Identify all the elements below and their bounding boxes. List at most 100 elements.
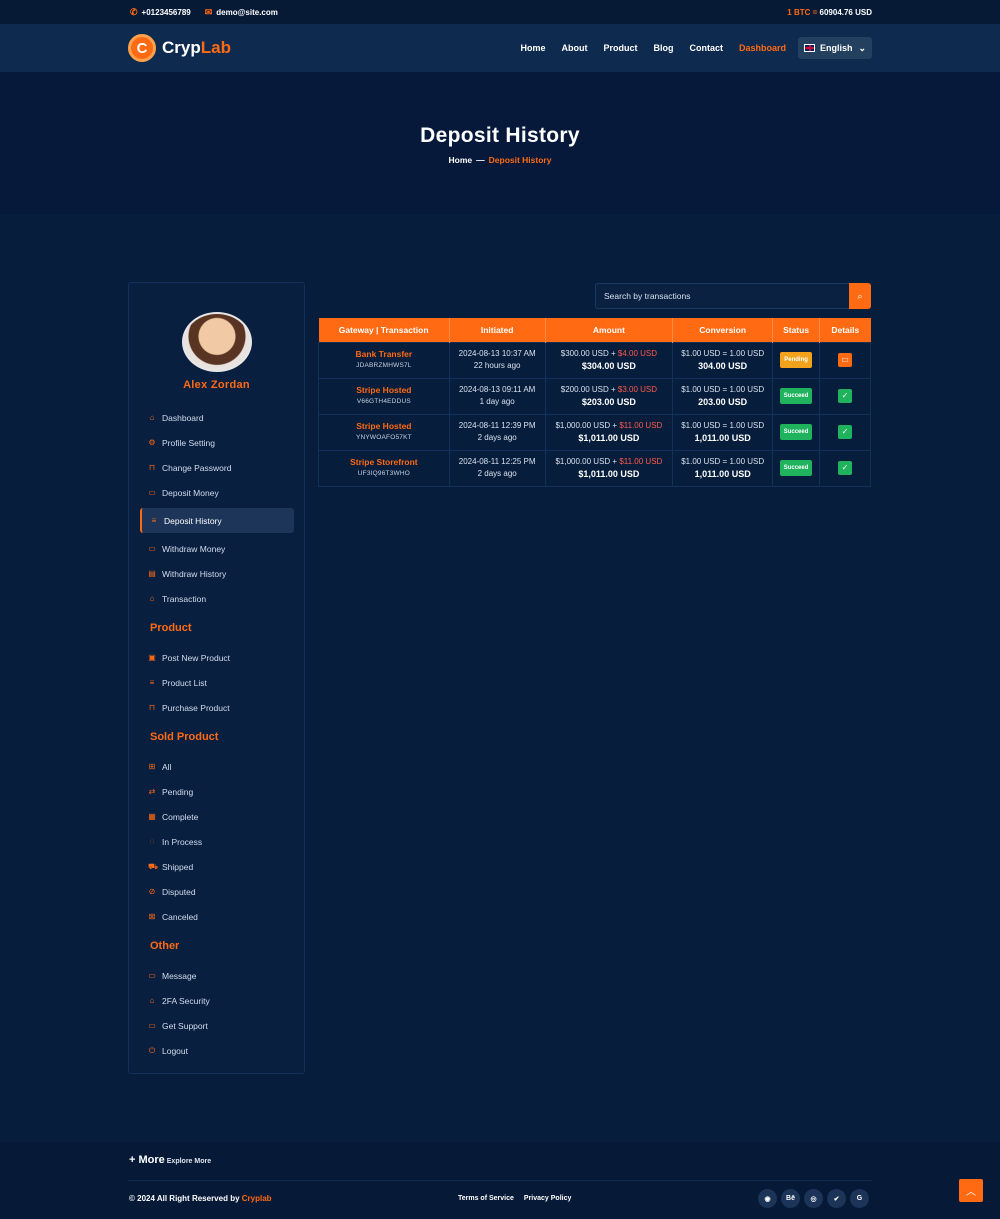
nav-home[interactable]: Home xyxy=(520,43,545,53)
behance-icon[interactable]: Bē xyxy=(781,1189,800,1208)
sidebar-item-get-support[interactable]: ▭ Get Support xyxy=(140,1013,294,1038)
language-select[interactable]: English ⌄ xyxy=(798,37,872,59)
conversion-cell: $1.00 USD = 1.00 USD 1,011.00 USD xyxy=(672,413,774,451)
explore-more[interactable]: + More Explore More xyxy=(129,1154,211,1166)
details-button[interactable]: ✓ xyxy=(838,425,853,439)
phone-contact[interactable]: ✆ +0123456789 xyxy=(130,7,191,18)
check-icon: ✓ xyxy=(841,391,849,400)
btc-rate-value: 60904.76 USD xyxy=(819,7,872,17)
sidebar-item-label: Canceled xyxy=(162,911,198,922)
amount-total: $1,011.00 USD xyxy=(578,469,640,479)
sidebar-item-label: Shipped xyxy=(162,861,194,872)
email-contact[interactable]: ✉ demo@site.com xyxy=(205,7,278,18)
search-input[interactable] xyxy=(595,283,849,309)
nav-product[interactable]: Product xyxy=(603,43,637,53)
column-header-conversion: Conversion xyxy=(672,318,774,342)
search-button[interactable]: ⌕ xyxy=(849,283,871,309)
dribbble-icon[interactable]: ◉ xyxy=(758,1189,777,1208)
privacy-link[interactable]: Privacy Policy xyxy=(524,1195,571,1202)
sidebar-item-change-password[interactable]: ⊓ Change Password xyxy=(140,455,294,480)
sidebar-nav: ⌂ Dashboard ⚙ Profile Setting ⊓ Change Pass… xyxy=(140,405,294,1063)
sidebar-item-message[interactable]: ▭ Message xyxy=(140,963,294,988)
nav-blog[interactable]: Blog xyxy=(653,43,673,53)
site-logo[interactable]: C CrypLab xyxy=(128,34,231,62)
sidebar-item-label: Purchase Product xyxy=(162,702,230,713)
deposit-history-table: Gateway | Transaction Initiated Amount C… xyxy=(318,318,871,487)
page-title: Deposit History xyxy=(420,124,580,147)
sidebar-item-product-list[interactable]: ≡ Product List xyxy=(140,670,294,695)
sidebar-item-pending[interactable]: ⇄ Pending xyxy=(140,779,294,804)
sidebar-item-deposit-history[interactable]: ≡ Deposit History xyxy=(140,508,294,533)
sidebar-item-purchase-product[interactable]: ⊓ Purchase Product xyxy=(140,695,294,720)
swap-icon: ⇄ xyxy=(148,787,156,796)
sidebar-item-label: Get Support xyxy=(162,1020,208,1031)
details-cell: ▭ xyxy=(819,341,871,379)
breadcrumb-home[interactable]: Home xyxy=(449,155,473,165)
sidebar-item-post-new-product[interactable]: ▣ Post New Product xyxy=(140,645,294,670)
table-header-row: Gateway | Transaction Initiated Amount C… xyxy=(318,318,871,342)
sidebar-section-sold-product: Sold Product xyxy=(150,731,219,743)
sidebar-item-logout[interactable]: ⏻ Logout xyxy=(140,1038,294,1063)
sidebar-item-label: Profile Setting xyxy=(162,437,215,448)
conversion-rate: $1.00 USD = 1.00 USD xyxy=(681,349,765,358)
copyright-brand-link[interactable]: Cryplab xyxy=(242,1194,272,1203)
sidebar-item-2fa-security[interactable]: ⌂ 2FA Security xyxy=(140,988,294,1013)
sidebar-item-deposit-money[interactable]: ▭ Deposit Money xyxy=(140,480,294,505)
sidebar-item-dashboard[interactable]: ⌂ Dashboard xyxy=(140,405,294,430)
sidebar-item-disputed[interactable]: ⊘ Disputed xyxy=(140,879,294,904)
sidebar-item-label: Withdraw Money xyxy=(162,543,226,554)
scroll-to-top-button[interactable]: ︿ xyxy=(959,1179,983,1202)
conversion-rate: $1.00 USD = 1.00 USD xyxy=(681,385,765,394)
avatar xyxy=(182,312,252,372)
nav-dashboard[interactable]: Dashboard xyxy=(739,43,786,53)
google-icon[interactable]: G xyxy=(850,1189,869,1208)
details-button[interactable]: ✓ xyxy=(838,389,853,403)
email-address: demo@site.com xyxy=(216,7,278,17)
amount-total: $1,011.00 USD xyxy=(578,433,640,443)
details-button[interactable]: ✓ xyxy=(838,461,853,475)
sidebar-item-all[interactable]: ⊞ All xyxy=(140,754,294,779)
details-button[interactable]: ▭ xyxy=(838,353,853,367)
sidebar-item-canceled[interactable]: ⊠ Canceled xyxy=(140,904,294,929)
initiated-date: 2024-08-11 12:25 PM xyxy=(458,457,536,466)
initiated-ago: 2 days ago xyxy=(477,469,517,478)
status-badge: Succeed xyxy=(779,460,813,476)
sidebar-item-shipped[interactable]: ⛟ Shipped xyxy=(140,854,294,879)
uk-flag-icon xyxy=(804,44,815,52)
sidebar-item-profile-setting[interactable]: ⚙ Profile Setting xyxy=(140,430,294,455)
list-icon: ≡ xyxy=(151,516,157,525)
explore-more-label: Explore More xyxy=(166,1158,212,1165)
twitter-icon[interactable]: ✔ xyxy=(827,1189,846,1208)
monitor-icon: ▭ xyxy=(841,355,849,364)
sidebar-item-label: Logout xyxy=(162,1045,188,1056)
nav-about[interactable]: About xyxy=(561,43,587,53)
wallet-icon: ▭ xyxy=(148,488,156,497)
sidebar-item-transaction[interactable]: ⌂ Transaction xyxy=(140,586,294,611)
box-icon: ▣ xyxy=(148,653,156,662)
mail-icon: ✉ xyxy=(204,6,213,17)
sidebar-item-withdraw-history[interactable]: ▤ Withdraw History xyxy=(140,561,294,586)
gateway-cell: Bank Transfer JDABRZMHWS7L xyxy=(318,341,450,379)
transaction-id: UF3IQ96T3WHO xyxy=(357,470,410,477)
list-icon: ≡ xyxy=(149,678,155,687)
status-badge: Succeed xyxy=(779,388,813,404)
sidebar-item-in-process[interactable]: ◌ In Process xyxy=(140,829,294,854)
terms-link[interactable]: Terms of Service xyxy=(458,1195,514,1202)
amount-cell: $1,000.00 USD + $11.00 USD $1,011.00 USD xyxy=(544,413,674,451)
card-icon: ▭ xyxy=(148,544,156,553)
logo-coin-icon: C xyxy=(128,34,156,62)
top-bar: ✆ +0123456789 ✉ demo@site.com 1 BTC = 60… xyxy=(0,0,1000,24)
transaction-id: JDABRZMHWS7L xyxy=(356,362,412,369)
sidebar-item-complete[interactable]: ▦ Complete xyxy=(140,804,294,829)
initiated-date: 2024-08-13 09:11 AM xyxy=(458,385,536,394)
nav-contact[interactable]: Contact xyxy=(689,43,723,53)
close-box-icon: ⊠ xyxy=(148,912,156,921)
sidebar-item-withdraw-money[interactable]: ▭ Withdraw Money xyxy=(140,536,294,561)
sidebar-item-label: Pending xyxy=(162,786,194,797)
column-header-gateway: Gateway | Transaction xyxy=(318,318,450,342)
instagram-icon[interactable]: ◎ xyxy=(804,1189,823,1208)
breadcrumb-current: Deposit History xyxy=(488,155,552,165)
document-icon: ▤ xyxy=(148,569,156,578)
table-row: Stripe Hosted V66GTH4EDDUS 2024-08-13 09:… xyxy=(318,377,871,415)
btc-rate-label: 1 BTC = xyxy=(787,7,818,17)
